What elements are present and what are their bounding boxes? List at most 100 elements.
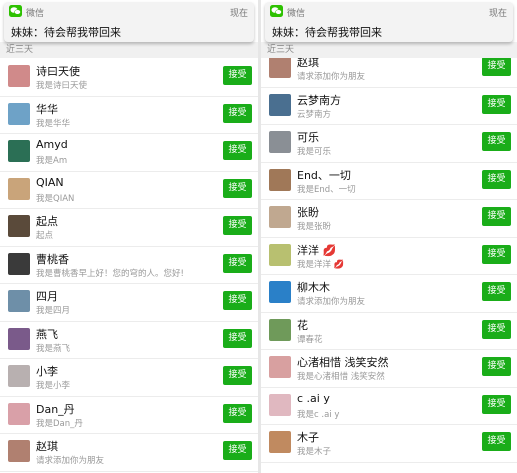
- contact-name: 心渚相惜 浅笑安然: [297, 356, 389, 369]
- friend-request-row[interactable]: End、一切 我是End、一切 接受: [261, 162, 517, 200]
- notification-banner[interactable]: 微信 现在 妹妹：待会帮我带回来: [4, 2, 254, 42]
- accept-button[interactable]: 接受: [223, 178, 252, 198]
- accept-button[interactable]: 接受: [223, 441, 252, 460]
- accept-button[interactable]: 接受: [482, 282, 511, 301]
- accept-button[interactable]: 接受: [482, 432, 511, 451]
- accept-button[interactable]: 接受: [223, 66, 252, 85]
- avatar[interactable]: [8, 252, 30, 275]
- avatar[interactable]: [8, 365, 30, 387]
- friend-request-row[interactable]: Amyd 我是Am 接受: [0, 134, 258, 172]
- notification-banner[interactable]: 微信 现在 妹妹：待会帮我带回来: [265, 2, 513, 42]
- wechat-icon: [270, 5, 283, 17]
- contact-name: 小李: [36, 365, 58, 378]
- request-message: 我是c .ai y: [297, 409, 340, 420]
- accept-button[interactable]: 接受: [223, 216, 252, 235]
- request-message: 我是四月: [36, 306, 71, 316]
- accept-button[interactable]: 接受: [223, 103, 252, 123]
- friend-request-row[interactable]: 心渚相惜 浅笑安然 我是心渚相惜 浅笑安然 接受: [261, 350, 517, 388]
- friend-request-row[interactable]: 四月 我是四月 接受: [0, 284, 258, 322]
- accept-button[interactable]: 接受: [482, 244, 511, 264]
- request-message: 我是燕飞: [36, 343, 71, 354]
- contact-name: 木子: [297, 431, 319, 444]
- request-message: 我是曹桃香早上好！您的穹的人。您好!: [36, 268, 184, 279]
- request-message: 我是诗曰天使: [36, 81, 88, 91]
- friend-request-row[interactable]: 华华 我是华华 接受: [0, 96, 258, 134]
- request-message: 我是可乐: [297, 147, 332, 157]
- accept-button[interactable]: 接受: [223, 366, 252, 385]
- accept-button[interactable]: 接受: [482, 207, 511, 226]
- avatar[interactable]: [269, 356, 291, 378]
- friend-request-row[interactable]: 云梦南方 云梦南方 接受: [261, 87, 517, 125]
- avatar[interactable]: [269, 56, 291, 78]
- request-message: 请求添加你为朋友: [36, 456, 105, 466]
- friend-request-row[interactable]: 曹桃香 我是曹桃香早上好！您的穹的人。您好! 接受: [0, 246, 258, 284]
- friend-request-row[interactable]: QIAN 我是QIAN 接受: [0, 171, 258, 209]
- friend-request-row[interactable]: 小李 我是小李 接受: [0, 359, 258, 397]
- friend-request-row[interactable]: 张盼 我是张盼 接受: [261, 200, 517, 238]
- friend-request-row[interactable]: 可乐 我是可乐 接受: [261, 125, 517, 163]
- friend-request-row[interactable]: 诗曰天使 我是诗曰天使 接受: [0, 59, 258, 97]
- avatar[interactable]: [8, 177, 30, 200]
- avatar[interactable]: [269, 131, 291, 153]
- request-message: 请求添加你为朋友: [297, 72, 366, 82]
- contact-name: 华华: [36, 102, 58, 116]
- friend-request-row[interactable]: 起点 起点 接受: [0, 209, 258, 247]
- request-message: 我是End、一切: [297, 184, 356, 195]
- accept-button[interactable]: 接受: [482, 394, 511, 414]
- contact-name: 起点: [36, 215, 58, 228]
- avatar[interactable]: [8, 402, 30, 425]
- contact-name: 燕飞: [36, 327, 58, 341]
- accept-button[interactable]: 接受: [482, 319, 511, 339]
- accept-button[interactable]: 接受: [482, 169, 511, 189]
- request-message: 云梦南方: [297, 109, 332, 120]
- friend-request-row[interactable]: 赵琪 请求添加你为朋友 接受: [0, 434, 258, 472]
- avatar[interactable]: [269, 431, 291, 453]
- avatar[interactable]: [269, 93, 291, 116]
- avatar[interactable]: [8, 102, 30, 125]
- notification-app-name: 微信: [26, 9, 45, 19]
- request-message: 我是洋洋 💋: [297, 259, 345, 270]
- contact-name: Amyd: [36, 138, 68, 151]
- section-header: 近三天: [0, 42, 258, 58]
- avatar[interactable]: [8, 440, 30, 462]
- request-message: 请求添加你为朋友: [297, 297, 366, 307]
- avatar[interactable]: [269, 206, 291, 228]
- accept-button[interactable]: 接受: [482, 357, 511, 376]
- accept-button[interactable]: 接受: [223, 141, 252, 160]
- accept-button[interactable]: 接受: [223, 291, 252, 310]
- accept-button[interactable]: 接受: [223, 328, 252, 348]
- avatar[interactable]: [8, 290, 30, 312]
- contact-name: 张盼: [297, 206, 319, 219]
- accept-button[interactable]: 接受: [223, 403, 252, 423]
- accept-button[interactable]: 接受: [482, 57, 511, 76]
- notification-message: 妹妹：待会帮我带回来: [11, 26, 121, 39]
- avatar[interactable]: [8, 65, 30, 87]
- avatar[interactable]: [269, 243, 291, 266]
- friend-request-row[interactable]: 柳木木 请求添加你为朋友 接受: [261, 275, 517, 313]
- request-message: 谭春花: [297, 334, 323, 345]
- avatar[interactable]: [269, 281, 291, 303]
- notification-time: 现在: [488, 9, 507, 19]
- friend-request-row[interactable]: c .ai y 我是c .ai y 接受: [261, 387, 517, 425]
- avatar[interactable]: [8, 327, 30, 350]
- friend-request-row[interactable]: Dan_丹 我是Dan_丹 接受: [0, 396, 258, 434]
- avatar[interactable]: [269, 318, 291, 341]
- avatar[interactable]: [269, 393, 291, 416]
- avatar[interactable]: [8, 215, 30, 237]
- contact-name: 花: [297, 318, 308, 332]
- accept-button[interactable]: 接受: [223, 253, 252, 273]
- request-message: 我是心渚相惜 浅笑安然: [297, 372, 385, 382]
- notification-time: 现在: [229, 9, 248, 19]
- friend-request-list: 诗曰天使 我是诗曰天使 接受 华华 我是华华 接受 Amyd 我是Am 接受 QIAN 我是QIAN…: [0, 59, 258, 472]
- avatar[interactable]: [269, 168, 291, 191]
- friend-request-row[interactable]: 燕飞我是燕飞 接受: [0, 321, 258, 359]
- notification-app-name: 微信: [287, 9, 306, 19]
- friend-request-row[interactable]: 木子 我是木子 接受: [261, 425, 517, 463]
- section-header: 近三天: [261, 42, 517, 58]
- avatar[interactable]: [8, 140, 30, 162]
- friend-request-row[interactable]: 洋洋 💋 我是洋洋 💋 接受: [261, 237, 517, 275]
- contact-name: Dan_丹: [36, 402, 75, 416]
- friend-request-row[interactable]: 花谭春花 接受: [261, 312, 517, 350]
- accept-button[interactable]: 接受: [482, 94, 511, 114]
- accept-button[interactable]: 接受: [482, 132, 511, 151]
